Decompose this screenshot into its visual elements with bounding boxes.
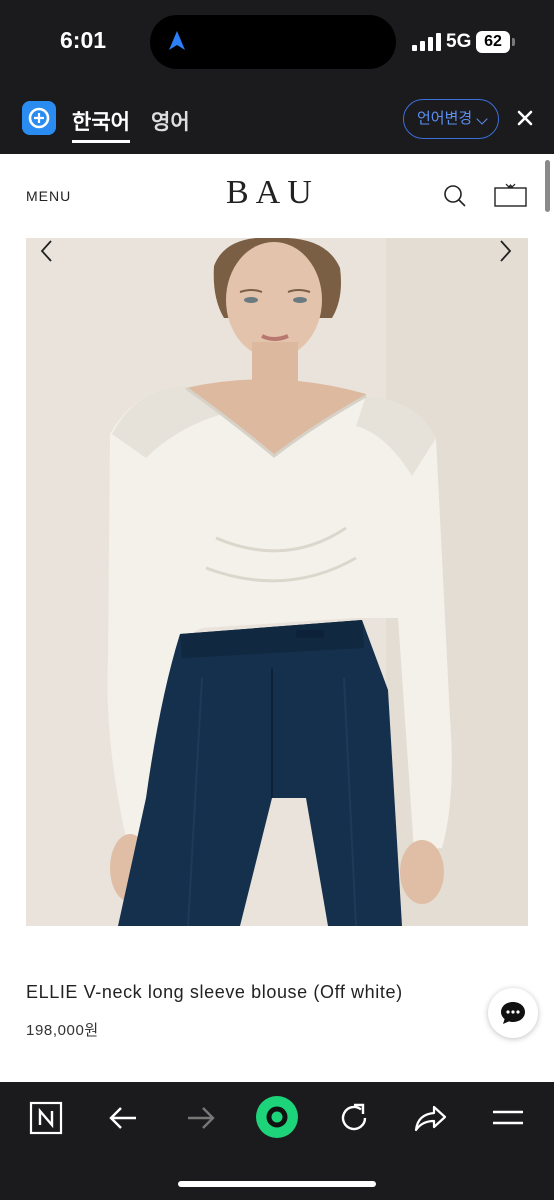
back-icon[interactable] [102, 1096, 146, 1140]
navigation-arrow-icon [169, 31, 185, 50]
green-dot-icon[interactable] [254, 1094, 300, 1140]
search-icon[interactable] [443, 184, 467, 208]
status-bar: 6:01 5G 62 [0, 0, 554, 84]
dynamic-island [150, 15, 396, 69]
network-type: 5G [446, 31, 472, 52]
home-indicator[interactable] [178, 1181, 376, 1187]
change-language-label: 언어변경 [417, 110, 473, 127]
change-language-button[interactable]: 언어변경 [403, 99, 499, 139]
shopping-bag-icon[interactable] [494, 182, 527, 208]
product-image[interactable] [26, 238, 528, 926]
translate-logo-icon [22, 101, 56, 135]
battery-indicator: 62 [476, 31, 515, 53]
forward-icon[interactable] [178, 1096, 222, 1140]
brand-logo[interactable]: BAU [226, 174, 319, 212]
tab-english[interactable]: 영어 [151, 106, 190, 136]
cellular-signal-icon [412, 33, 441, 51]
product-photo-illustration [26, 238, 528, 926]
refresh-icon[interactable] [332, 1096, 376, 1140]
active-tab-indicator [72, 140, 130, 143]
chevron-down-icon [476, 113, 488, 125]
n-logo-icon[interactable] [24, 1096, 68, 1140]
share-icon[interactable] [408, 1096, 452, 1140]
chat-icon [501, 1002, 525, 1024]
status-time: 6:01 [60, 27, 107, 53]
tab-korean[interactable]: 한국어 [72, 106, 130, 136]
scrollbar[interactable] [545, 160, 550, 212]
web-page: MENU BAU ELLIE V-neck long sleeve blouse… [0, 154, 554, 1082]
arrow-left-icon[interactable] [34, 238, 60, 264]
hamburger-menu-icon[interactable] [486, 1096, 530, 1140]
close-icon[interactable] [513, 106, 537, 130]
product-name: ELLIE V-neck long sleeve blouse (Off whi… [26, 982, 403, 1002]
menu-button[interactable]: MENU [26, 188, 71, 204]
translate-bar: 한국어 영어 언어변경 [0, 84, 554, 154]
arrow-right-icon[interactable] [492, 238, 518, 264]
chat-button[interactable] [488, 988, 538, 1038]
product-price: 198,000원 [26, 1022, 99, 1039]
